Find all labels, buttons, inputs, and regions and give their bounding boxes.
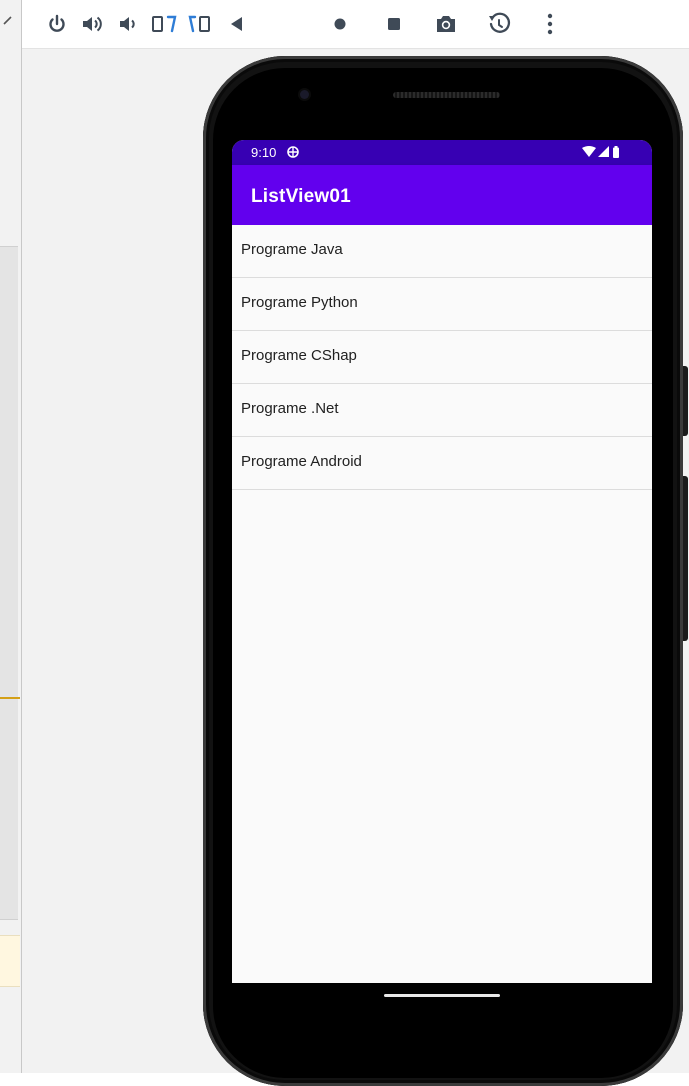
list-item-label: Programe .Net — [241, 400, 339, 417]
list-item-label: Programe Java — [241, 241, 343, 258]
status-bar: 9:10 — [232, 140, 652, 165]
back-button[interactable] — [220, 6, 254, 42]
signal-icon — [598, 146, 609, 157]
ide-panel-marker — [0, 697, 20, 699]
more-icon — [547, 13, 553, 35]
ide-panel — [0, 246, 18, 920]
list-item[interactable]: Programe Android — [232, 437, 652, 490]
wifi-icon — [582, 146, 596, 157]
snapshot-button[interactable] — [482, 6, 516, 42]
list-item-label: Programe Android — [241, 453, 362, 470]
status-icons — [582, 146, 620, 158]
volume-down-icon — [120, 17, 135, 31]
front-camera-icon — [300, 90, 309, 99]
app-bar: ListView01 — [232, 165, 652, 225]
list-item-label: Programe Python — [241, 294, 358, 311]
list-item[interactable]: Programe .Net — [232, 384, 652, 437]
chevron-icon[interactable] — [2, 14, 16, 28]
list-item[interactable]: Programe Java — [232, 225, 652, 278]
device-screen[interactable]: 9:10 ListView01 Programe Java Programe P… — [232, 140, 652, 983]
home-gesture-handle[interactable] — [384, 994, 500, 997]
list-view[interactable]: Programe Java Programe Python Programe CSh… — [232, 225, 652, 490]
status-time: 9:10 — [251, 145, 277, 160]
rotate-left-button[interactable] — [149, 6, 183, 42]
ide-notification-area — [0, 935, 20, 987]
rotate-right-icon — [188, 15, 210, 33]
list-item[interactable]: Programe CShap — [232, 331, 652, 384]
back-icon — [231, 17, 242, 31]
earpiece-speaker — [393, 92, 500, 98]
rotate-right-button[interactable] — [184, 6, 218, 42]
emulator-toolbar — [22, 0, 689, 49]
list-item[interactable]: Programe Python — [232, 278, 652, 331]
screenshot-icon — [437, 16, 455, 32]
rotate-left-icon — [152, 15, 177, 33]
volume-down-button[interactable] — [111, 6, 145, 42]
power-button[interactable] — [40, 6, 74, 42]
overview-button[interactable] — [377, 6, 411, 42]
battery-icon — [613, 146, 619, 158]
device-frame: 9:10 ListView01 Programe Java Programe P… — [203, 56, 688, 1086]
more-options-button[interactable] — [533, 6, 567, 42]
volume-up-icon — [83, 16, 102, 32]
volume-up-button[interactable] — [76, 6, 110, 42]
screenshot-button[interactable] — [429, 6, 463, 42]
overview-icon — [388, 18, 400, 30]
navigation-bar — [232, 983, 652, 1025]
list-item-label: Programe CShap — [241, 347, 357, 364]
app-title: ListView01 — [251, 186, 351, 207]
ide-side-panel — [0, 0, 22, 1073]
snapshot-icon — [489, 12, 511, 33]
home-button[interactable] — [323, 6, 357, 42]
power-icon — [49, 14, 65, 32]
home-icon — [334, 18, 346, 30]
debug-icon — [287, 146, 299, 158]
